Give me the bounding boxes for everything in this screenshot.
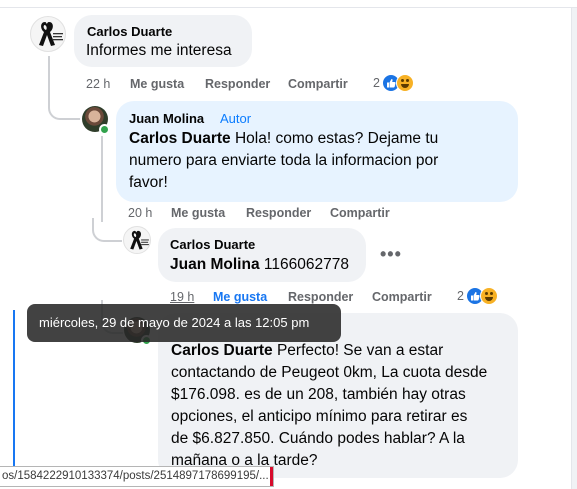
haha-reaction-icon <box>479 287 498 305</box>
mention-link[interactable]: Juan Molina <box>170 256 260 273</box>
author-badge: Autor <box>220 111 252 126</box>
thread-connector-reply-1 <box>48 96 80 120</box>
comment-text-line: Perfecto! Se van a estar <box>276 342 444 359</box>
comment-text: Carlos Duarte Hola! como estas? Dejame t… <box>129 128 438 150</box>
comment-text-line: favor! <box>129 174 168 191</box>
comment-text-line: opciones, el anticipo mínimo para retira… <box>171 408 468 425</box>
status-bar-url: os/1584222910133374/posts/25148971786991… <box>0 466 274 487</box>
reaction-summary[interactable]: 2 <box>373 74 414 92</box>
reaction-count: 2 <box>457 289 464 303</box>
comment-text-line: numero para enviarte toda la informacion… <box>129 152 439 169</box>
focus-indicator <box>13 310 15 480</box>
avatar[interactable] <box>30 16 66 52</box>
comment-text: Carlos Duarte Perfecto! Se van a estar <box>171 340 443 362</box>
comment-text: Juan Molina 1166062778 <box>170 254 349 276</box>
share-button[interactable]: Compartir <box>330 206 390 220</box>
comment-text-line: Hola! como estas? Dejame tu <box>234 130 439 147</box>
reply-button[interactable]: Responder <box>246 206 311 220</box>
comment-text: Informes me interesa <box>86 42 232 59</box>
comment-timestamp[interactable]: 20 h <box>128 206 152 220</box>
thread-connector-reply-2 <box>92 218 122 242</box>
mourning-ribbon-icon <box>39 22 63 46</box>
comment-text-line: de $6.827.850. Cuándo podes hablar? A la <box>171 430 465 447</box>
reaction-summary[interactable]: 2 <box>457 287 498 305</box>
reply-button[interactable]: Responder <box>205 77 270 91</box>
like-button[interactable]: Me gusta <box>213 290 267 304</box>
like-button[interactable]: Me gusta <box>171 206 225 220</box>
share-button[interactable]: Compartir <box>372 290 432 304</box>
share-button[interactable]: Compartir <box>288 77 348 91</box>
like-button[interactable]: Me gusta <box>130 77 184 91</box>
comment-author[interactable]: Carlos Duarte <box>170 237 255 252</box>
mourning-ribbon-icon <box>130 230 149 250</box>
mention-link[interactable]: Carlos Duarte <box>129 130 231 147</box>
comment-timestamp[interactable]: 19 h <box>170 290 194 304</box>
online-status-dot <box>99 124 110 135</box>
mention-link[interactable]: Carlos Duarte <box>171 342 273 359</box>
comment-text-line: 1166062778 <box>263 256 349 273</box>
reaction-count: 2 <box>373 76 380 90</box>
comment-text-line: $176.098. es de un 208, también hay otra… <box>171 386 466 403</box>
timestamp-tooltip: miércoles, 29 de mayo de 2024 a las 12:0… <box>27 304 341 342</box>
scrollbar[interactable] <box>571 8 577 489</box>
comment-author[interactable]: Carlos Duarte <box>87 24 172 39</box>
comment-timestamp[interactable]: 22 h <box>86 77 110 91</box>
reply-button[interactable]: Responder <box>288 290 353 304</box>
thread-line-replies <box>101 136 103 222</box>
more-options-button[interactable]: ••• <box>380 245 402 263</box>
haha-reaction-icon <box>395 74 414 92</box>
comment-author[interactable]: Juan Molina <box>129 111 204 126</box>
avatar[interactable] <box>123 226 151 254</box>
top-divider <box>0 7 577 8</box>
comment-text-line: contactando de Peugeot 0km, La cuota des… <box>171 364 488 381</box>
